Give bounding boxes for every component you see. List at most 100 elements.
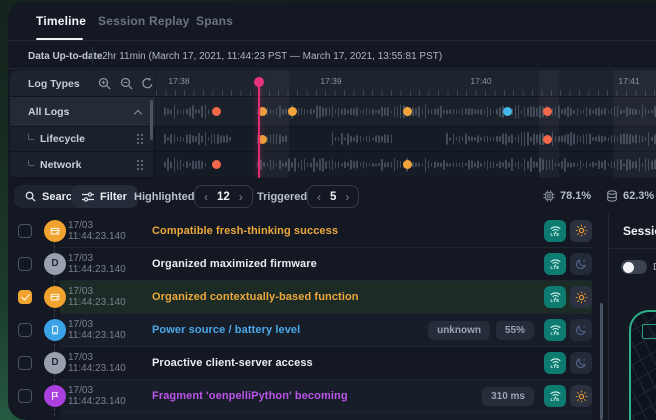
event-marker-dot[interactable] — [288, 107, 297, 116]
waveform-bar — [468, 136, 470, 141]
log-type-row-network[interactable]: Network — [10, 152, 155, 178]
lte-network-button[interactable]: LTE — [544, 253, 566, 275]
log-row[interactable]: D17/03 11:44:23.140Proactive client-serv… — [8, 346, 608, 379]
log-timestamp: 17/03 11:44:23.140 — [68, 253, 152, 275]
log-row[interactable]: D17/03 11:44:23.140Organized maximized f… — [8, 247, 608, 280]
waveform-bar — [353, 137, 355, 141]
highlight-band — [613, 70, 656, 178]
zoom-in-icon[interactable] — [98, 77, 111, 90]
event-marker-dot[interactable] — [543, 135, 552, 144]
lte-network-button[interactable]: LTE — [544, 352, 566, 374]
time-range-value: 2hr 11min (March 17, 2021, 11:44:23 PST … — [102, 51, 442, 62]
waveform-bar — [201, 160, 203, 168]
tab-session-replay[interactable]: Session Replay — [98, 14, 190, 28]
log-row[interactable]: 17/03 11:44:23.140Power source / battery… — [8, 313, 608, 346]
waveform-bar — [344, 137, 346, 140]
event-marker-dot[interactable] — [403, 160, 412, 169]
playhead-handle[interactable] — [254, 77, 264, 87]
tab-spans[interactable]: Spans — [196, 14, 233, 28]
waveform-bar — [453, 134, 455, 145]
lte-network-button[interactable]: LTE — [544, 220, 566, 242]
chevron-up-icon[interactable] — [134, 109, 142, 117]
chevron-right-icon[interactable]: › — [239, 191, 243, 203]
log-type-row-lifecycle[interactable]: Lifecycle — [10, 127, 155, 152]
waveform-bar — [564, 135, 566, 143]
waveform-bar — [418, 106, 420, 118]
sun-icon-button[interactable] — [570, 286, 592, 308]
waveform-bar — [462, 161, 464, 168]
event-marker-dot[interactable] — [543, 107, 552, 116]
waveform-bar — [449, 109, 451, 115]
event-marker-dot[interactable] — [503, 107, 512, 116]
tab-timeline[interactable]: Timeline — [36, 14, 86, 28]
lte-network-button[interactable]: LTE — [544, 319, 566, 341]
waveform-bar — [480, 162, 482, 167]
waveform-bar — [480, 109, 482, 115]
waveform-bar — [192, 136, 194, 143]
waveform-bar — [192, 104, 194, 118]
waveform-bar — [304, 108, 306, 114]
row-checkbox[interactable] — [18, 224, 32, 238]
sidebar-scrollbar[interactable] — [150, 100, 153, 140]
waveform-bar — [183, 137, 185, 141]
log-type-row-all-logs[interactable]: All Logs — [10, 97, 155, 127]
log-row[interactable]: 17/03 11:44:23.140Compatible fresh-think… — [8, 214, 608, 247]
moon-icon-button[interactable] — [570, 352, 592, 374]
zoom-out-icon[interactable] — [120, 77, 133, 90]
log-type-label: All Logs — [28, 106, 69, 118]
session-toggle[interactable] — [621, 260, 647, 274]
event-marker-dot[interactable] — [212, 160, 221, 169]
waveform-bar — [384, 107, 386, 116]
waveform-bar — [195, 109, 197, 114]
lte-network-button[interactable]: LTE — [544, 286, 566, 308]
waveform-bar — [462, 137, 464, 142]
waveform-area[interactable]: 17:3817:3917:4017:41 — [156, 70, 656, 178]
chevron-right-icon[interactable]: › — [345, 191, 349, 203]
waveform-bar — [480, 137, 482, 141]
event-marker-dot[interactable] — [403, 107, 412, 116]
sun-icon-button[interactable] — [570, 220, 592, 242]
row-checkbox[interactable] — [18, 257, 32, 271]
row-checkbox[interactable] — [18, 356, 32, 370]
drag-handle-icon[interactable] — [136, 133, 143, 145]
waveform-bar — [449, 138, 451, 141]
waveform-bar — [369, 109, 371, 114]
moon-icon-button[interactable] — [570, 253, 592, 275]
highlighted-stepper[interactable]: ‹ 12 › — [194, 185, 253, 208]
event-marker-dot[interactable] — [212, 107, 221, 116]
waveform-bar — [205, 104, 207, 118]
filter-button[interactable]: Filter — [71, 185, 138, 208]
refresh-icon[interactable] — [141, 77, 154, 90]
waveform-bar — [391, 110, 393, 113]
waveform-bar — [428, 160, 430, 169]
waveform-bar — [508, 136, 510, 143]
waveform-bar — [499, 136, 501, 142]
log-row[interactable]: 17/03 11:44:23.140Fragment 'oenpelliPyth… — [8, 379, 608, 412]
waveform-bar — [189, 134, 191, 144]
log-row[interactable]: 17/03 11:44:23.140Organized contextually… — [8, 280, 608, 313]
waveform-bar — [493, 110, 495, 113]
waveform-bar — [586, 134, 588, 145]
waveform-bar — [375, 110, 377, 114]
list-scrollbar[interactable] — [600, 303, 603, 420]
sun-icon-button[interactable] — [570, 385, 592, 407]
waveform-bar — [198, 109, 200, 114]
row-checkbox[interactable] — [18, 389, 32, 403]
time-ruler[interactable]: 17:3817:3917:4017:41 — [156, 70, 656, 97]
triggered-stepper[interactable]: ‹ 5 › — [307, 185, 359, 208]
chevron-left-icon[interactable]: ‹ — [317, 191, 321, 203]
row-checkbox[interactable] — [18, 290, 32, 304]
drag-handle-icon[interactable] — [136, 159, 143, 171]
log-types-sidebar: Log Types All LogsLifecycleNetwork — [10, 70, 155, 178]
waveform-bar — [177, 108, 179, 114]
lte-network-button[interactable]: LTE — [544, 385, 566, 407]
waveform-bar — [307, 109, 309, 114]
row-checkbox[interactable] — [18, 323, 32, 337]
moon-icon-button[interactable] — [570, 319, 592, 341]
chevron-left-icon[interactable]: ‹ — [204, 191, 208, 203]
device-preview-frame[interactable] — [629, 310, 656, 420]
playhead-line[interactable] — [258, 80, 260, 178]
waveform-bar — [570, 132, 572, 146]
waveform-bar — [515, 162, 517, 168]
waveform-bar — [567, 162, 569, 167]
